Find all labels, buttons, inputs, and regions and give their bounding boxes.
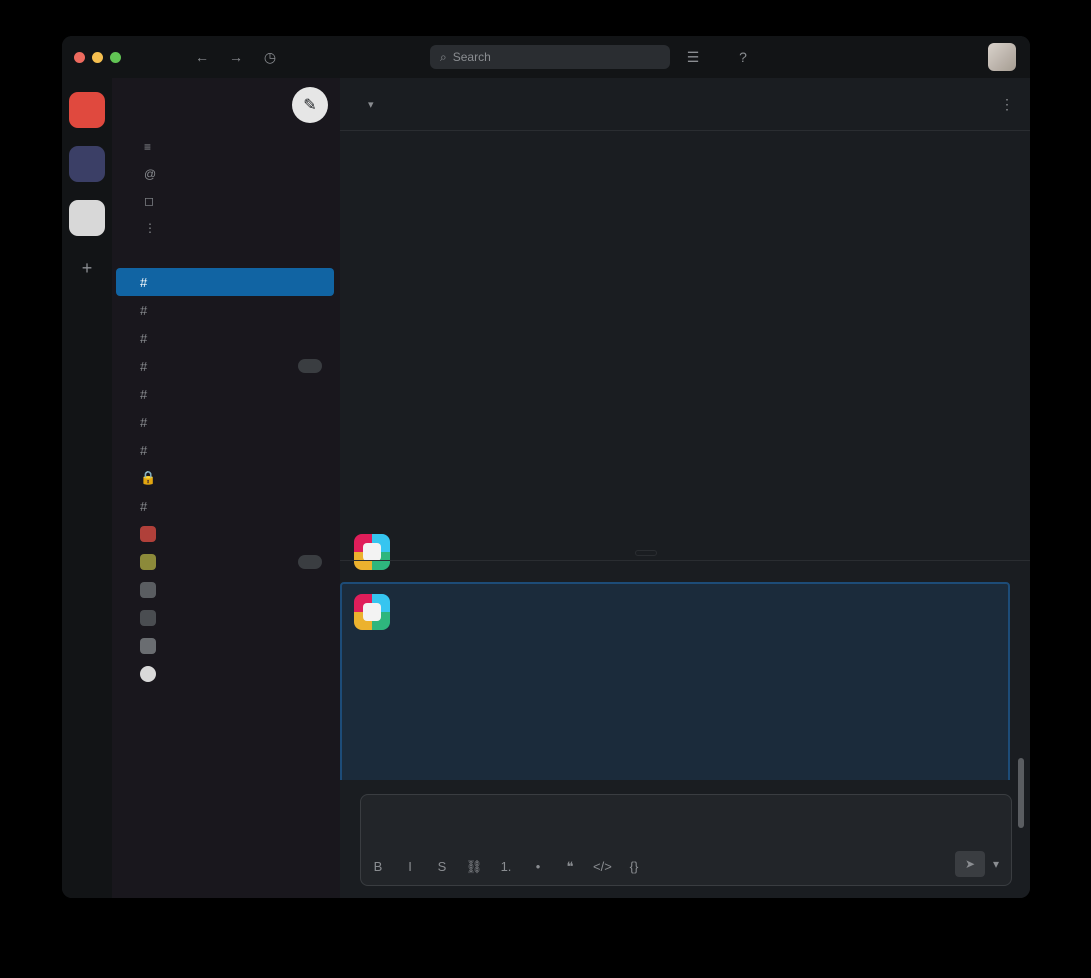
sidebar-nav-mentions[interactable]: @ bbox=[112, 161, 340, 188]
channel-header: ▾ ⋮ bbox=[340, 78, 1030, 131]
sidebar-channel[interactable]: # bbox=[112, 352, 340, 380]
sidebar-nav: ≡ @ ◻ ⋮ bbox=[112, 132, 340, 248]
sidebar-footer-item[interactable] bbox=[112, 734, 340, 744]
date-divider bbox=[340, 550, 1030, 561]
chevron-down-icon[interactable]: ▾ bbox=[368, 98, 374, 111]
search-placeholder: Search bbox=[452, 50, 491, 64]
sidebar-dm[interactable] bbox=[112, 576, 340, 604]
bot-message bbox=[340, 592, 1010, 630]
sidebar-dm[interactable] bbox=[112, 660, 340, 688]
sidebar-channel[interactable]: # bbox=[112, 380, 340, 408]
chevron-down-icon[interactable]: ▾ bbox=[993, 857, 999, 871]
main-pane: ▾ ⋮ B I S ⛓ 1. • ❝ </> {} ➤ ▾ bbox=[340, 78, 1030, 898]
hash-icon: # bbox=[140, 330, 148, 346]
bot-avatar[interactable] bbox=[354, 594, 390, 630]
code-icon[interactable]: </> bbox=[593, 859, 612, 875]
sidebar-dm[interactable] bbox=[112, 520, 340, 548]
italic-icon[interactable]: I bbox=[401, 859, 419, 875]
message-composer: B I S ⛓ 1. • ❝ </> {} ➤ ▾ bbox=[360, 794, 1012, 886]
back-arrow-icon[interactable]: ← bbox=[191, 46, 213, 68]
sidebar-channel[interactable]: # bbox=[112, 492, 340, 520]
sidebar: ✎ ≡ @ ◻ ⋮ # # # # # # # 🔒 # bbox=[112, 78, 341, 898]
forward-arrow-icon[interactable]: → bbox=[225, 46, 247, 68]
hash-icon: # bbox=[140, 414, 148, 430]
title-bar: ← → ◷ ⌕ Search ☰ ? bbox=[62, 36, 1030, 78]
sidebar-header: ✎ bbox=[112, 78, 340, 132]
channels-section-header[interactable] bbox=[112, 248, 340, 268]
send-icon: ➤ bbox=[964, 857, 975, 871]
sidebar-channel[interactable]: # bbox=[112, 296, 340, 324]
dm-avatar bbox=[140, 526, 156, 542]
search-input[interactable]: ⌕ Search bbox=[430, 45, 670, 69]
sidebar-channel[interactable]: # bbox=[112, 436, 340, 464]
workspace-icon-1[interactable] bbox=[69, 92, 105, 128]
bold-icon[interactable]: B bbox=[369, 859, 387, 875]
workspace-icon-3[interactable] bbox=[69, 200, 105, 236]
minimize-window-button[interactable] bbox=[92, 51, 103, 63]
send-controls: ➤ ▾ bbox=[954, 851, 999, 877]
threads-icon: ≡ bbox=[144, 140, 152, 154]
hash-icon: # bbox=[140, 358, 148, 374]
compose-icon[interactable]: ✎ bbox=[292, 87, 328, 123]
unread-badge bbox=[298, 359, 322, 373]
dm-avatar bbox=[140, 582, 156, 598]
hash-icon: # bbox=[140, 302, 148, 318]
mentions-icon: @ bbox=[144, 167, 157, 181]
help-icon[interactable]: ? bbox=[732, 46, 754, 68]
dm-avatar bbox=[140, 638, 156, 654]
link-icon[interactable]: ⛓ bbox=[465, 859, 483, 875]
close-window-button[interactable] bbox=[74, 51, 85, 63]
sidebar-channel-active[interactable]: # bbox=[116, 268, 334, 296]
hash-icon: # bbox=[140, 498, 148, 514]
lock-icon: 🔒 bbox=[140, 470, 157, 485]
sidebar-channel[interactable]: 🔒 bbox=[112, 464, 340, 492]
sidebar-channel[interactable]: # bbox=[112, 324, 340, 352]
dm-avatar bbox=[140, 554, 156, 570]
sidebar-nav-saved[interactable]: ◻ bbox=[112, 188, 340, 215]
sidebar-dm[interactable] bbox=[112, 604, 340, 632]
more-icon: ⋮ bbox=[144, 221, 156, 235]
message-input[interactable] bbox=[373, 805, 977, 831]
add-workspace-icon[interactable]: + bbox=[73, 254, 101, 282]
hash-icon: # bbox=[140, 274, 148, 290]
bookmark-icon: ◻ bbox=[144, 194, 154, 208]
code-block-icon[interactable]: {} bbox=[625, 859, 643, 875]
numbered-list-icon[interactable]: 1. bbox=[497, 859, 515, 875]
filter-icon[interactable]: ☰ bbox=[682, 46, 704, 68]
details-icon[interactable]: ⋮ bbox=[1000, 96, 1014, 113]
search-icon: ⌕ bbox=[440, 49, 447, 64]
formatting-toolbar: B I S ⛓ 1. • ❝ </> {} bbox=[369, 859, 643, 875]
hash-icon: # bbox=[140, 442, 148, 458]
sidebar-nav-threads[interactable]: ≡ bbox=[112, 134, 340, 161]
hash-icon: # bbox=[140, 386, 148, 402]
history-icon[interactable]: ◷ bbox=[259, 46, 281, 68]
sidebar-footer-item[interactable] bbox=[112, 688, 340, 734]
sidebar-nav-more[interactable]: ⋮ bbox=[112, 215, 340, 242]
app-window: ← → ◷ ⌕ Search ☰ ? + ✎ ≡ @ ◻ ⋮ # # # # #… bbox=[62, 36, 1030, 898]
window-controls bbox=[74, 51, 121, 63]
date-divider-label[interactable] bbox=[635, 550, 657, 556]
unread-badge bbox=[298, 555, 322, 569]
workspace-icon-2[interactable] bbox=[69, 146, 105, 182]
dm-avatar bbox=[140, 610, 156, 626]
bot-avatar[interactable] bbox=[354, 534, 390, 570]
sidebar-dm[interactable] bbox=[112, 632, 340, 660]
sidebar-dm[interactable] bbox=[112, 548, 340, 576]
dm-avatar bbox=[140, 666, 156, 682]
strikethrough-icon[interactable]: S bbox=[433, 859, 451, 875]
workspace-rail: + bbox=[62, 78, 112, 898]
scrollbar[interactable] bbox=[1018, 758, 1024, 828]
message-list[interactable] bbox=[340, 130, 1030, 780]
zoom-window-button[interactable] bbox=[110, 51, 121, 63]
quote-icon[interactable]: ❝ bbox=[561, 859, 579, 875]
sidebar-channel[interactable]: # bbox=[112, 408, 340, 436]
user-avatar[interactable] bbox=[988, 43, 1016, 71]
send-button[interactable]: ➤ bbox=[954, 851, 985, 877]
bot-message bbox=[340, 534, 1030, 570]
bullet-list-icon[interactable]: • bbox=[529, 859, 547, 875]
